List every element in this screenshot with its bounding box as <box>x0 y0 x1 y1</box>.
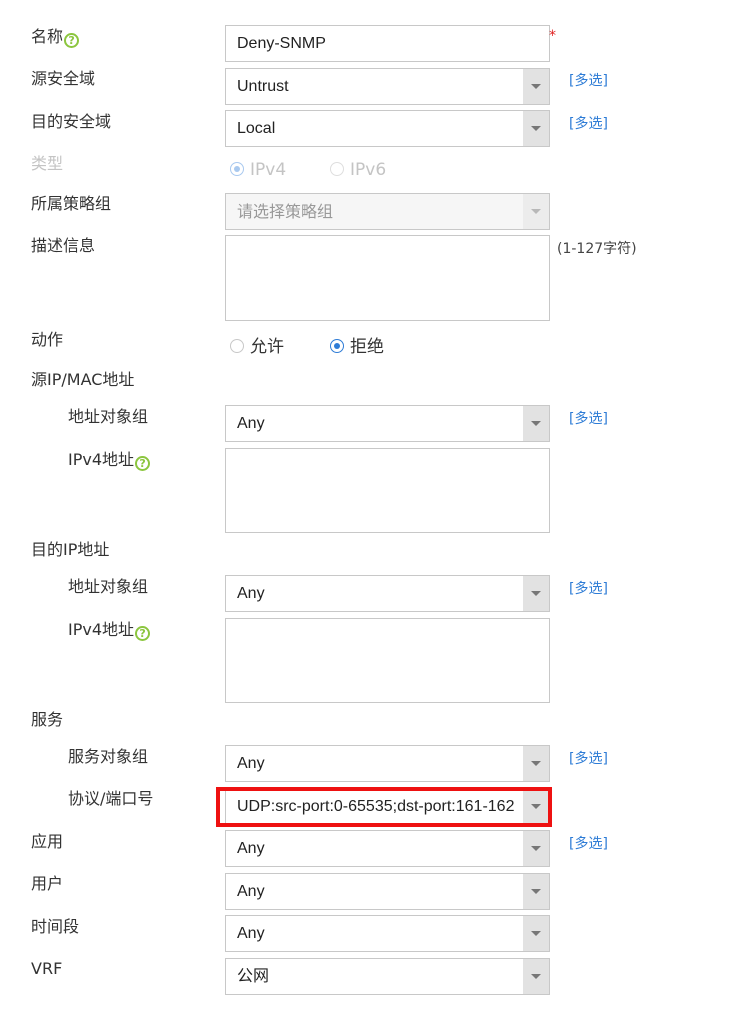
dst-addr-group-label: 地址对象组 <box>68 577 149 596</box>
src-zone-select[interactable]: Untrust <box>225 68 550 105</box>
src-zone-multi-link[interactable]: [多选] <box>569 70 608 90</box>
help-icon[interactable]: ? <box>135 626 151 641</box>
type-radio-ipv6: IPv6 <box>330 160 386 180</box>
policy-group-label: 所属策略组 <box>31 194 112 213</box>
policy-group-select: 请选择策略组 <box>225 193 550 230</box>
help-icon[interactable]: ? <box>64 33 80 48</box>
chevron-down-icon[interactable] <box>523 406 549 441</box>
dst-ipv4-label: IPv4地址? <box>68 620 151 641</box>
dst-zone-select[interactable]: Local <box>225 110 550 147</box>
dst-zone-multi-link[interactable]: [多选] <box>569 113 608 133</box>
time-range-label: 时间段 <box>31 917 80 936</box>
vrf-label: VRF <box>31 959 63 978</box>
service-group-select[interactable]: Any <box>225 745 550 782</box>
application-select[interactable]: Any <box>225 830 550 867</box>
chevron-down-icon[interactable] <box>523 69 549 104</box>
dst-ip-section-label: 目的IP地址 <box>31 540 110 559</box>
chevron-down-icon[interactable] <box>523 916 549 951</box>
name-label: 名称? <box>31 27 80 48</box>
src-zone-label: 源安全域 <box>31 69 96 88</box>
vrf-select[interactable]: 公网 <box>225 958 550 995</box>
src-addr-group-select[interactable]: Any <box>225 405 550 442</box>
src-ipv4-label: IPv4地址? <box>68 450 151 471</box>
service-multi-link[interactable]: [多选] <box>569 748 608 768</box>
dst-addr-multi-link[interactable]: [多选] <box>569 578 608 598</box>
dst-addr-group-select[interactable]: Any <box>225 575 550 612</box>
type-radio-ipv4: IPv4 <box>230 160 286 180</box>
type-label: 类型 <box>31 154 64 173</box>
chevron-down-icon[interactable] <box>523 959 549 994</box>
radio-unchecked-icon <box>230 339 244 353</box>
help-icon[interactable]: ? <box>135 456 151 471</box>
protocol-port-label: 协议/端口号 <box>68 789 154 808</box>
action-label: 动作 <box>31 330 64 349</box>
chevron-down-icon <box>523 194 549 229</box>
name-input[interactable]: Deny-SNMP <box>225 25 550 62</box>
user-select[interactable]: Any <box>225 873 550 910</box>
action-radio-deny[interactable]: 拒绝 <box>330 337 384 357</box>
service-group-label: 服务对象组 <box>68 747 149 766</box>
radio-unchecked-icon <box>330 162 344 176</box>
src-ipv4-textarea[interactable] <box>225 448 550 533</box>
time-range-select[interactable]: Any <box>225 915 550 952</box>
chevron-down-icon[interactable] <box>523 874 549 909</box>
description-label: 描述信息 <box>31 236 96 255</box>
user-label: 用户 <box>31 874 64 893</box>
chevron-down-icon[interactable] <box>523 576 549 611</box>
application-label: 应用 <box>31 832 64 851</box>
application-multi-link[interactable]: [多选] <box>569 833 608 853</box>
chevron-down-icon[interactable] <box>523 746 549 781</box>
src-ip-section-label: 源IP/MAC地址 <box>31 370 135 389</box>
src-addr-group-label: 地址对象组 <box>68 407 149 426</box>
dst-ipv4-textarea[interactable] <box>225 618 550 703</box>
chevron-down-icon[interactable] <box>523 111 549 146</box>
required-mark: * <box>549 28 556 44</box>
src-addr-multi-link[interactable]: [多选] <box>569 408 608 428</box>
description-textarea[interactable] <box>225 235 550 321</box>
service-section-label: 服务 <box>31 710 64 729</box>
chevron-down-icon[interactable] <box>523 831 549 866</box>
radio-checked-icon <box>330 339 344 353</box>
description-hint: (1-127字符) <box>557 241 637 257</box>
action-radio-permit[interactable]: 允许 <box>230 337 284 357</box>
highlight-box <box>216 787 552 827</box>
dst-zone-label: 目的安全域 <box>31 112 112 131</box>
radio-checked-icon <box>230 162 244 176</box>
